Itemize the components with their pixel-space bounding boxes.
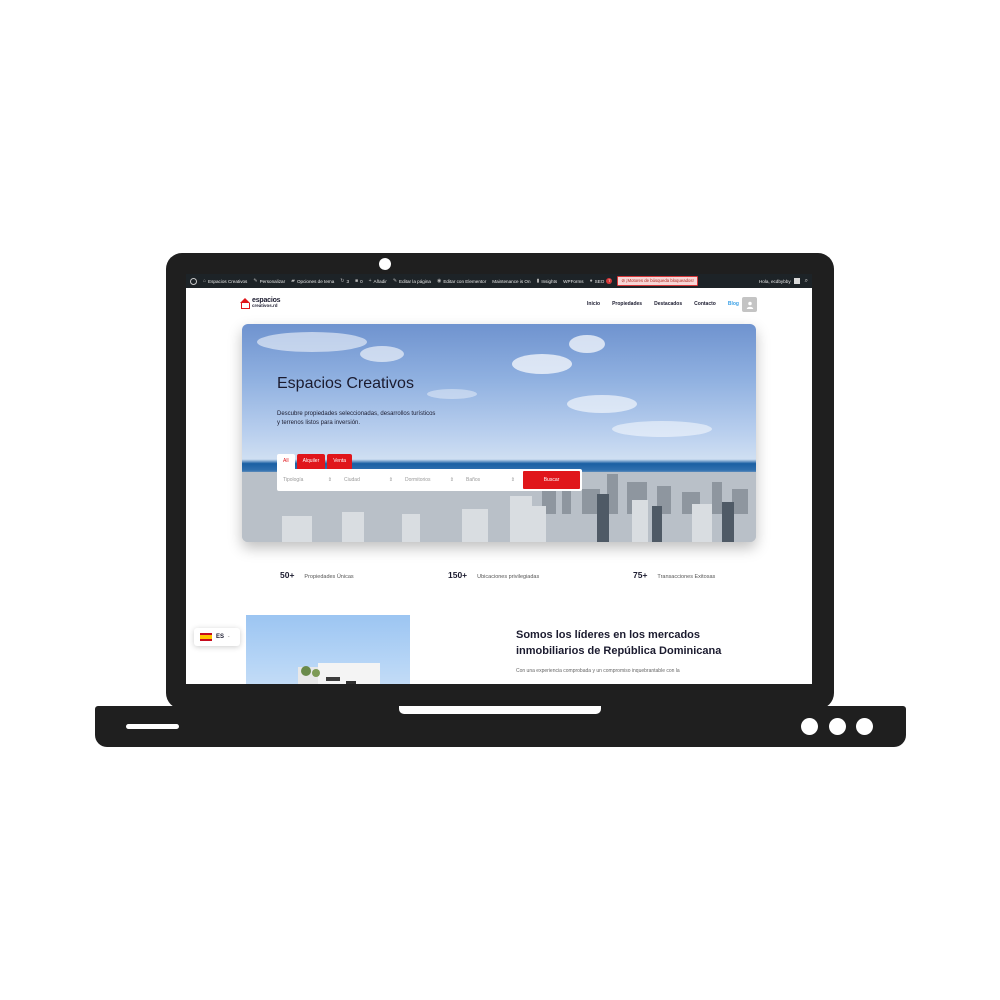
indicator-light xyxy=(801,718,818,735)
nav-destacados[interactable]: Destacados xyxy=(654,301,682,307)
indicator-light xyxy=(856,718,873,735)
stat-item: 75+ Transacciones Exitosas xyxy=(633,570,715,580)
admin-edit-page[interactable]: ✎ Editar la página xyxy=(393,278,431,284)
elementor-icon: ◉ xyxy=(436,278,442,284)
nav-propiedades[interactable]: Propiedades xyxy=(612,301,642,307)
comment-icon: ■ xyxy=(355,278,359,284)
main-nav: Inicio Propiedades Destacados Contacto B… xyxy=(587,301,747,307)
admin-greeting[interactable]: Hola, ecdbybby xyxy=(759,279,791,284)
house-icon xyxy=(240,297,250,309)
admin-wpforms[interactable]: WPForms xyxy=(563,279,583,284)
admin-add-new[interactable]: + Añadir xyxy=(369,278,387,284)
language-switcher[interactable]: ES ⌃ xyxy=(194,628,240,646)
plus-icon: + xyxy=(368,278,372,284)
admin-seo[interactable]: ● SEO 7 xyxy=(590,278,613,284)
seo-badge: 7 xyxy=(606,278,613,284)
chevron-down-icon: ⇕ xyxy=(510,477,515,483)
chevron-up-icon: ⌃ xyxy=(227,634,231,640)
property-search-bar: Tipología ⇕ Ciudad ⇕ Dormitorios ⇕ Baños ⇕ B… xyxy=(277,469,582,491)
hero-title: Espacios Creativos xyxy=(277,375,414,392)
featured-property-image xyxy=(246,615,410,684)
spain-flag-icon xyxy=(200,633,212,641)
admin-site-name[interactable]: ⌂ Espacios Creativos xyxy=(203,278,247,284)
refresh-icon: ↻ xyxy=(340,278,345,284)
hero-banner: Espacios Creativos Descubre propiedades … xyxy=(242,324,756,542)
admin-updates[interactable]: ↻ 3 xyxy=(340,278,349,284)
laptop-screen: ⌂ Espacios Creativos ✎ Personalizar ▰ Opcio… xyxy=(186,274,812,684)
home-icon: ⌂ xyxy=(203,278,207,284)
avatar[interactable] xyxy=(793,278,800,284)
site-logo[interactable]: espacios creativos.rd xyxy=(240,297,281,309)
search-icon[interactable]: ⌕ xyxy=(805,278,808,285)
webcam xyxy=(379,258,391,270)
stat-label: Propiedades Únicas xyxy=(304,574,354,580)
hero-background-image xyxy=(242,332,756,542)
logo-subtext: creativos.rd xyxy=(252,303,278,308)
admin-bar: ⌂ Espacios Creativos ✎ Personalizar ▰ Opcio… xyxy=(186,274,812,288)
nav-inicio[interactable]: Inicio xyxy=(587,301,600,307)
seo-icon: ● xyxy=(589,278,593,284)
pencil-icon: ✎ xyxy=(392,278,398,284)
admin-comments[interactable]: ■ 0 xyxy=(355,278,363,284)
folder-icon: ▰ xyxy=(291,278,295,284)
stat-item: 50+ Propiedades Únicas xyxy=(280,570,354,580)
stat-label: Ubicaciones privilegiadas xyxy=(477,574,540,580)
chevron-down-icon: ⇕ xyxy=(449,477,454,483)
nav-contacto[interactable]: Contacto xyxy=(694,301,716,307)
tipologia-select[interactable]: Tipología ⇕ xyxy=(277,477,338,483)
admin-insights[interactable]: ▮ Insights xyxy=(537,278,558,284)
site-header: espacios creativos.rd Inicio Propiedades… xyxy=(186,288,812,322)
about-text: Con una experiencia comprobada y un comp… xyxy=(516,668,680,674)
nav-blog[interactable]: Blog xyxy=(728,301,739,307)
about-heading: Somos los líderes en los mercados inmobi… xyxy=(516,629,722,657)
tab-venta[interactable]: Venta xyxy=(327,454,353,469)
wordpress-icon[interactable] xyxy=(190,277,197,285)
tab-all[interactable]: All xyxy=(277,454,295,469)
user-icon[interactable] xyxy=(742,297,757,312)
stat-number: 75+ xyxy=(633,570,648,580)
brush-icon: ✎ xyxy=(253,278,258,284)
search-button[interactable]: Buscar xyxy=(523,471,580,489)
bar-chart-icon: ▮ xyxy=(536,278,540,284)
tab-alquiler[interactable]: Alquiler xyxy=(296,454,326,469)
ciudad-select[interactable]: Ciudad ⇕ xyxy=(338,477,399,483)
trackpad-notch xyxy=(399,706,601,714)
indicator-light xyxy=(829,718,846,735)
chevron-down-icon: ⇕ xyxy=(327,477,332,483)
stat-label: Transacciones Exitosas xyxy=(657,574,716,580)
admin-elementor[interactable]: ◉ Editar con Elementor xyxy=(437,278,486,284)
stat-number: 50+ xyxy=(280,570,295,580)
admin-maintenance[interactable]: Maintenance is On xyxy=(492,279,530,284)
stat-number: 150+ xyxy=(448,570,468,580)
search-tabs: All Alquiler Venta xyxy=(277,454,354,469)
search-engine-alert[interactable]: ⊘ ¡Motores de búsqueda bloqueados! xyxy=(617,276,698,286)
admin-customize[interactable]: ✎ Personalizar xyxy=(253,278,285,284)
stat-item: 150+ Ubicaciones privilegiadas xyxy=(448,570,539,580)
chevron-down-icon: ⇕ xyxy=(388,477,393,483)
hero-description: Descubre propiedades seleccionadas, desa… xyxy=(277,411,436,426)
laptop-slot xyxy=(126,724,179,729)
banos-select[interactable]: Baños ⇕ xyxy=(460,477,521,483)
dormitorios-select[interactable]: Dormitorios ⇕ xyxy=(399,477,460,483)
admin-theme-options[interactable]: ▰ Opciones de tema xyxy=(291,278,334,284)
